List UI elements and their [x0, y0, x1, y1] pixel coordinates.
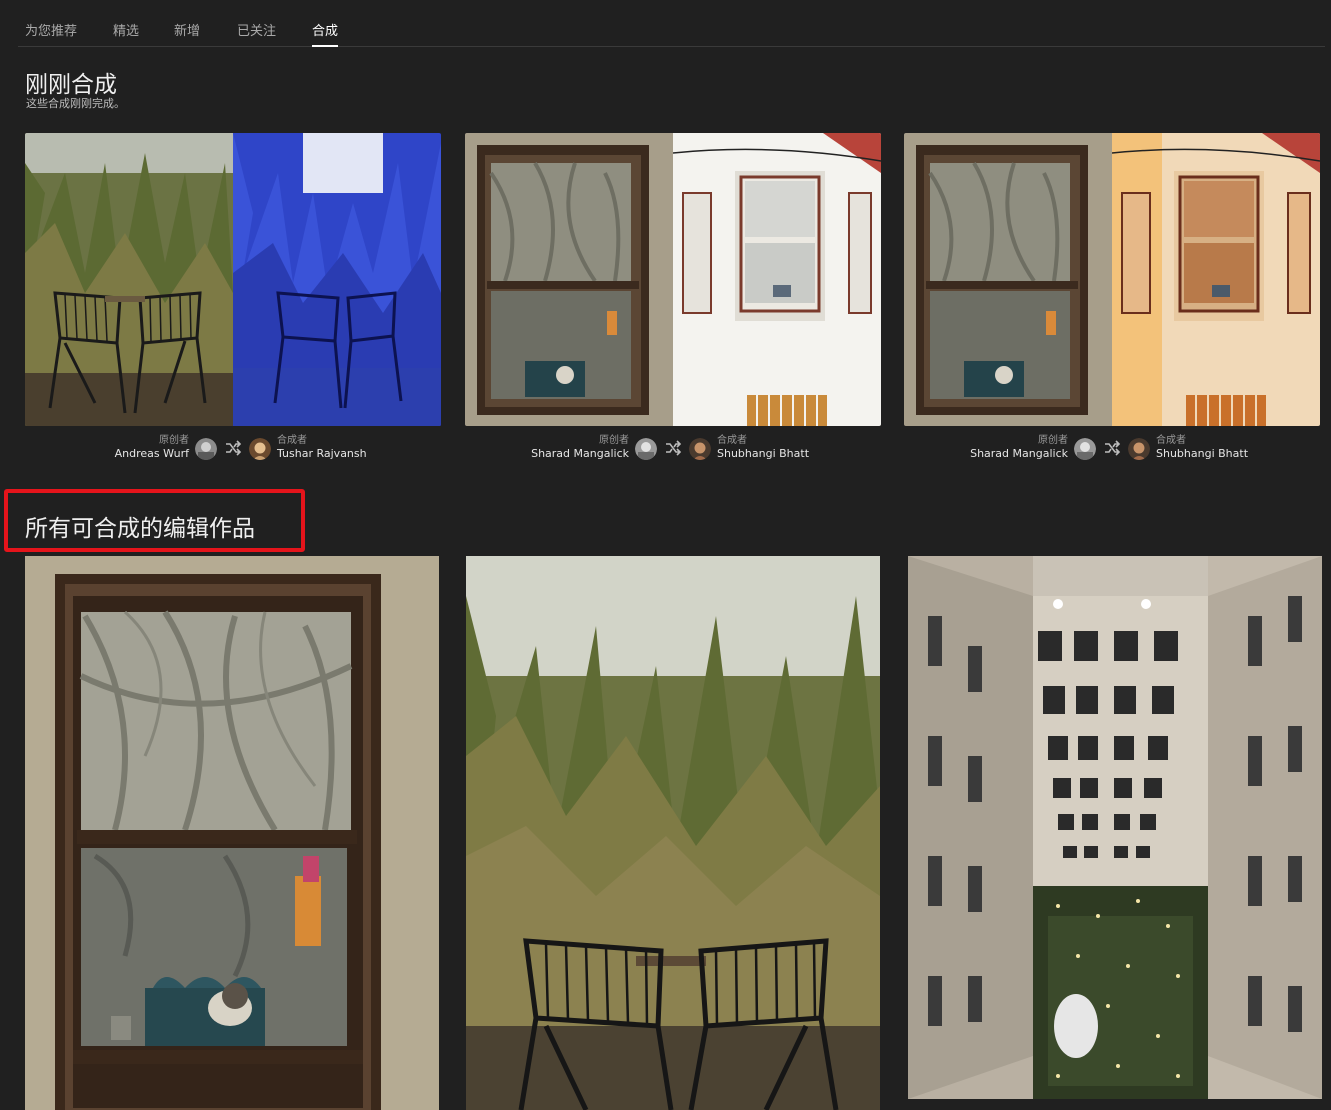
tab-following[interactable]: 已关注: [237, 20, 276, 39]
remix-preview[interactable]: [465, 133, 881, 426]
remixable-photo[interactable]: [908, 556, 1322, 1099]
remixable-photo[interactable]: [466, 556, 880, 1110]
remixed-photo[interactable]: [673, 133, 881, 426]
remix-icon: [224, 439, 242, 457]
remixer-role-label: 合成者: [717, 435, 747, 446]
remix-card[interactable]: 原创者 Sharad Mangalick 合成者 Shubhangi Bhatt: [904, 133, 1320, 467]
remix-card[interactable]: 原创者 Andreas Wurf 合成者 Tushar Rajvansh: [25, 133, 441, 467]
remixer-name[interactable]: Shubhangi Bhatt: [1156, 447, 1248, 461]
avatar[interactable]: [1128, 438, 1150, 460]
avatar[interactable]: [635, 438, 657, 460]
tab-remix[interactable]: 合成: [312, 20, 339, 47]
original-creator[interactable]: 原创者 Andreas Wurf: [115, 435, 189, 461]
recent-remixes-title: 刚刚合成: [25, 72, 117, 98]
original-creator-name[interactable]: Andreas Wurf: [115, 447, 189, 461]
remixer-name[interactable]: Tushar Rajvansh: [277, 447, 367, 461]
feed-tabs: 为您推荐 精选 新增 已关注 合成: [0, 0, 1331, 48]
tabs-divider: [18, 46, 1325, 47]
original-creator[interactable]: 原创者 Sharad Mangalick: [531, 435, 629, 461]
avatar[interactable]: [1074, 438, 1096, 460]
original-role-label: 原创者: [159, 435, 189, 446]
original-photo[interactable]: [904, 133, 1112, 426]
remixer-role-label: 合成者: [277, 435, 307, 446]
remix-credits: 原创者 Sharad Mangalick 合成者 Shubhangi Bhatt: [465, 435, 881, 463]
original-creator-name[interactable]: Sharad Mangalick: [970, 447, 1068, 461]
remixer[interactable]: 合成者 Tushar Rajvansh: [277, 435, 367, 461]
remix-credits: 原创者 Sharad Mangalick 合成者 Shubhangi Bhatt: [904, 435, 1320, 463]
remix-icon: [664, 439, 682, 457]
avatar[interactable]: [689, 438, 711, 460]
tab-for-you[interactable]: 为您推荐: [25, 20, 77, 39]
remixer[interactable]: 合成者 Shubhangi Bhatt: [1156, 435, 1248, 461]
tab-new[interactable]: 新增: [174, 20, 200, 39]
remixer-name[interactable]: Shubhangi Bhatt: [717, 447, 809, 461]
remixed-photo[interactable]: [1112, 133, 1320, 426]
remixed-photo[interactable]: [233, 133, 441, 426]
remix-preview[interactable]: [904, 133, 1320, 426]
original-photo[interactable]: [25, 133, 233, 426]
remix-icon: [1103, 439, 1121, 457]
app-root: 为您推荐 精选 新增 已关注 合成 刚刚合成 这些合成刚刚完成。 原创者 And…: [0, 0, 1331, 1110]
remix-credits: 原创者 Andreas Wurf 合成者 Tushar Rajvansh: [25, 435, 441, 463]
original-creator-name[interactable]: Sharad Mangalick: [531, 447, 629, 461]
remixable-photo[interactable]: [25, 556, 439, 1110]
remixable-edits-title: 所有可合成的编辑作品: [25, 516, 255, 542]
original-role-label: 原创者: [1038, 435, 1068, 446]
original-creator[interactable]: 原创者 Sharad Mangalick: [970, 435, 1068, 461]
remix-preview[interactable]: [25, 133, 441, 426]
avatar[interactable]: [195, 438, 217, 460]
remix-card[interactable]: 原创者 Sharad Mangalick 合成者 Shubhangi Bhatt: [465, 133, 881, 467]
original-photo[interactable]: [465, 133, 673, 426]
tab-featured[interactable]: 精选: [113, 20, 139, 39]
remixer[interactable]: 合成者 Shubhangi Bhatt: [717, 435, 809, 461]
recent-remixes-subtitle: 这些合成刚刚完成。: [26, 97, 125, 110]
original-role-label: 原创者: [599, 435, 629, 446]
remixer-role-label: 合成者: [1156, 435, 1186, 446]
avatar[interactable]: [249, 438, 271, 460]
